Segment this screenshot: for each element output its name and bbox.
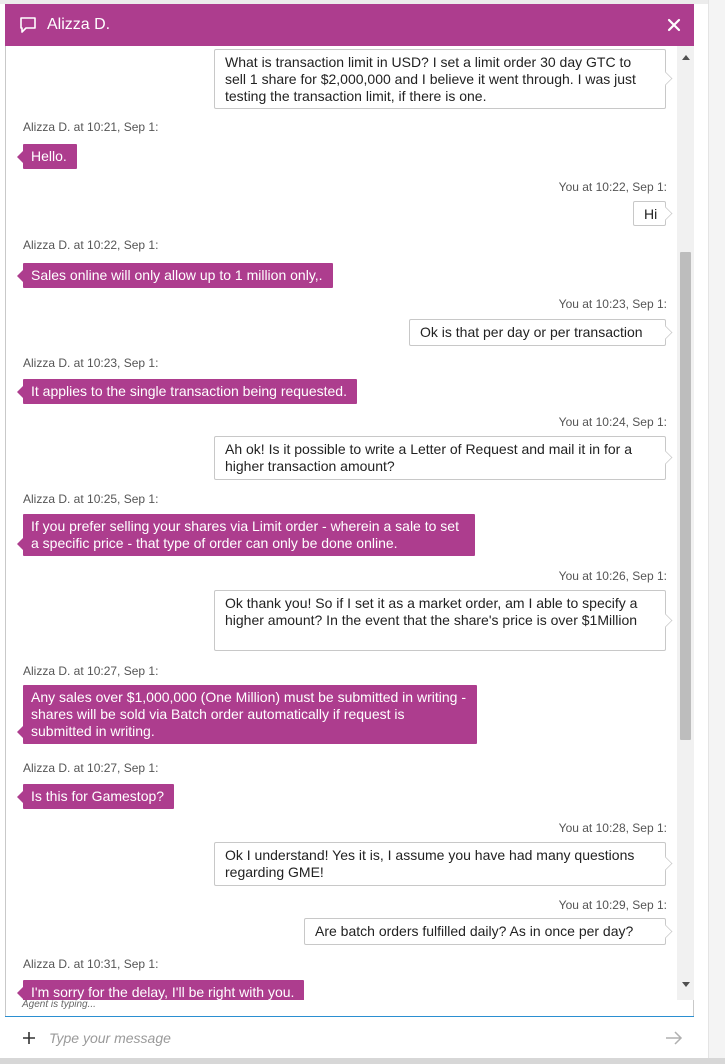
chat-title: Alizza D.	[47, 16, 111, 33]
message-meta-user: You at 10:26, Sep 1:	[558, 569, 667, 583]
message-composer	[5, 1016, 694, 1058]
message-meta-user: You at 10:22, Sep 1:	[558, 180, 667, 194]
attach-button[interactable]	[9, 1017, 49, 1059]
message-text: Any sales over $1,000,000 (One Million) …	[31, 689, 466, 739]
scroll-up-arrow-icon[interactable]	[677, 50, 694, 64]
typing-indicator: Agent is typing...	[22, 999, 96, 1010]
send-arrow-icon	[666, 1030, 683, 1045]
page-bottom-strip	[0, 1058, 725, 1064]
message-list[interactable]: What is transaction limit in USD? I set …	[5, 46, 677, 1000]
message-text: Hello.	[31, 148, 67, 164]
message-bubble-agent: Hello.	[17, 144, 77, 169]
chat-header: Alizza D.	[5, 4, 694, 46]
message-text: Sales online will only allow up to 1 mil…	[31, 267, 323, 283]
message-bubble-user: Ok I understand! Yes it is, I assume you…	[214, 842, 666, 886]
page-side-strip	[708, 0, 725, 1064]
message-bubble-agent: I'm sorry for the delay, I'll be right w…	[16, 980, 305, 1000]
message-bubble-user: Ok is that per day or per transaction	[409, 319, 666, 346]
message-meta-agent: Alizza D. at 10:27, Sep 1:	[23, 664, 159, 678]
message-bubble-agent: It applies to the single transaction bei…	[17, 379, 357, 404]
send-button[interactable]	[654, 1017, 694, 1059]
message-meta-user: You at 10:28, Sep 1:	[558, 821, 667, 835]
message-text: What is transaction limit in USD? I set …	[225, 54, 636, 104]
plus-icon	[23, 1031, 35, 1044]
message-bubble-user: What is transaction limit in USD? I set …	[214, 49, 666, 109]
message-text: Ah ok! Is it possible to write a Letter …	[225, 441, 632, 474]
message-meta-agent: Alizza D. at 10:23, Sep 1:	[23, 356, 159, 370]
message-meta-user: You at 10:23, Sep 1:	[558, 297, 667, 311]
message-meta-agent: Alizza D. at 10:31, Sep 1:	[23, 957, 159, 971]
message-bubble-agent: Any sales over $1,000,000 (One Million) …	[17, 685, 477, 744]
close-icon	[667, 18, 681, 32]
message-meta-agent: Alizza D. at 10:21, Sep 1:	[23, 120, 159, 134]
message-bubble-user: Hi	[633, 201, 666, 226]
message-text: Ok is that per day or per transaction	[420, 324, 643, 340]
scrollbar-thumb[interactable]	[680, 252, 691, 740]
message-bubble-agent: Is this for Gamestop?	[16, 784, 175, 809]
scroll-down-arrow-icon[interactable]	[677, 978, 694, 992]
close-button[interactable]	[654, 4, 694, 46]
message-text: It applies to the single transaction bei…	[31, 383, 347, 399]
message-scrollbar[interactable]	[677, 46, 694, 1000]
message-bubble-user: Ok thank you! So if I set it as a market…	[214, 590, 666, 651]
message-bubble-user: Ah ok! Is it possible to write a Letter …	[214, 436, 666, 480]
message-meta-agent: Alizza D. at 10:27, Sep 1:	[23, 761, 159, 775]
message-text: Ok I understand! Yes it is, I assume you…	[225, 847, 635, 880]
message-text: Are batch orders fulfilled daily? As in …	[315, 923, 634, 939]
chat-bubble-icon	[19, 4, 45, 46]
message-bubble-agent: Sales online will only allow up to 1 mil…	[17, 263, 333, 288]
message-text: Ok thank you! So if I set it as a market…	[225, 595, 638, 628]
message-meta-agent: Alizza D. at 10:22, Sep 1:	[23, 238, 159, 252]
message-bubble-agent: If you prefer selling your shares via Li…	[17, 514, 475, 556]
message-input[interactable]	[49, 1022, 654, 1053]
message-text: I'm sorry for the delay, I'll be right w…	[31, 984, 295, 1000]
message-meta-user: You at 10:29, Sep 1:	[558, 898, 667, 912]
message-text: Is this for Gamestop?	[31, 788, 165, 804]
message-bubble-user: Are batch orders fulfilled daily? As in …	[304, 918, 666, 945]
message-meta-user: You at 10:24, Sep 1:	[558, 415, 667, 429]
message-text: Hi	[644, 206, 658, 222]
message-text: If you prefer selling your shares via Li…	[31, 518, 459, 551]
message-meta-agent: Alizza D. at 10:25, Sep 1:	[23, 492, 159, 506]
